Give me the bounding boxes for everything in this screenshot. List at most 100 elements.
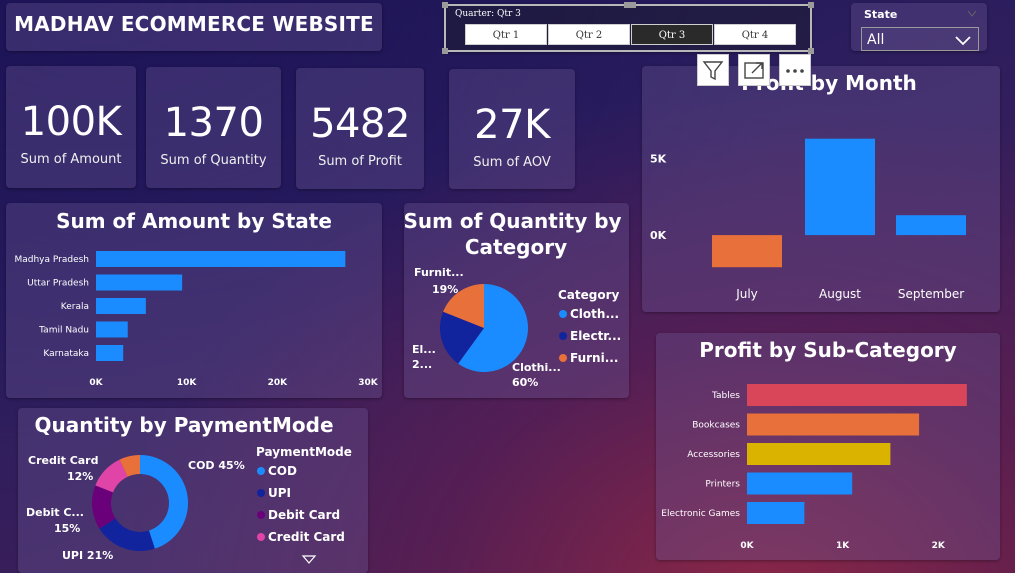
slice-label: 60% bbox=[512, 376, 538, 389]
slice-label: 15% bbox=[54, 522, 80, 535]
bar[interactable] bbox=[96, 298, 146, 314]
category-label: Tamil Nadu bbox=[38, 326, 89, 336]
slice-label: Credit Card bbox=[28, 454, 99, 467]
x-tick-label: 0K bbox=[89, 378, 103, 388]
chart-title-line-2: Category bbox=[465, 235, 567, 259]
quarter-slicer-label: Quarter: Qtr 3 bbox=[455, 9, 521, 19]
x-tick-label: July bbox=[735, 287, 758, 301]
x-tick-label: September bbox=[898, 287, 964, 301]
slice-label: COD 45% bbox=[188, 459, 245, 472]
state-slicer-label: State bbox=[864, 8, 898, 21]
legend-item[interactable]: Credit Card bbox=[268, 530, 345, 544]
quarter-option-qtr4[interactable]: Qtr 4 bbox=[714, 24, 796, 45]
chart-title: Sum of Amount by State bbox=[56, 209, 332, 233]
legend-item[interactable]: UPI bbox=[268, 486, 291, 500]
kpi-value: 1370 bbox=[163, 100, 264, 146]
legend-item[interactable]: Cloth... bbox=[570, 307, 619, 321]
legend-item[interactable]: Electr... bbox=[570, 329, 621, 343]
chevron-down-icon bbox=[954, 28, 972, 54]
quantity-by-paymentmode-visual[interactable]: Quantity by PaymentMode COD 45% UPI 21% De… bbox=[18, 408, 368, 573]
focus-mode-icon[interactable] bbox=[738, 54, 770, 86]
bar[interactable] bbox=[896, 215, 966, 236]
resize-handle[interactable] bbox=[624, 2, 636, 8]
x-tick-label: August bbox=[819, 287, 861, 301]
quarter-option-qtr1[interactable]: Qtr 1 bbox=[465, 24, 547, 45]
legend-item[interactable]: Furni... bbox=[570, 351, 618, 365]
y-tick-label: 0K bbox=[650, 229, 667, 242]
bar[interactable] bbox=[747, 443, 891, 465]
x-tick-label: 2K bbox=[932, 541, 946, 551]
state-slicer[interactable]: State All bbox=[851, 3, 987, 51]
legend-title: Category bbox=[558, 288, 620, 302]
resize-handle[interactable] bbox=[442, 2, 448, 8]
category-label: Accessories bbox=[687, 450, 740, 460]
bar[interactable] bbox=[96, 251, 346, 267]
dashboard-title: MADHAV ECOMMERCE WEBSITE bbox=[14, 12, 374, 36]
slice-label: 19% bbox=[432, 283, 458, 296]
bar[interactable] bbox=[712, 235, 782, 268]
bar[interactable] bbox=[96, 321, 128, 338]
state-dropdown[interactable]: All bbox=[861, 27, 979, 51]
amount-by-state-chart: Sum of Amount by State Madhya Pradesh Utt… bbox=[14, 209, 379, 388]
legend-marker bbox=[257, 489, 265, 497]
bar[interactable] bbox=[747, 384, 967, 406]
y-tick-label: 5K bbox=[650, 153, 667, 166]
kpi-label: Sum of AOV bbox=[473, 155, 551, 170]
legend-item[interactable]: COD bbox=[268, 464, 297, 478]
bar[interactable] bbox=[747, 502, 805, 524]
profit-by-month-visual[interactable]: Profit by Month July August September 5K 0K bbox=[642, 66, 1000, 312]
chart-title-line-1: Sum of Quantity by bbox=[404, 209, 622, 233]
clear-selection-icon[interactable] bbox=[967, 8, 977, 21]
legend-title: PaymentMode bbox=[256, 445, 352, 459]
x-tick-label: 30K bbox=[358, 378, 379, 388]
kpi-label: Sum of Quantity bbox=[160, 153, 267, 168]
profit-by-subcategory-chart: Profit by Sub-Category Tables Bookcases Ac… bbox=[661, 338, 967, 551]
state-dropdown-value: All bbox=[867, 32, 885, 48]
bar[interactable] bbox=[805, 138, 875, 236]
bar[interactable] bbox=[96, 345, 124, 361]
legend-scroll-down-icon[interactable] bbox=[301, 555, 317, 564]
kpi-card-amount[interactable]: 100K Sum of Amount bbox=[6, 66, 136, 188]
legend-marker bbox=[559, 354, 567, 362]
profit-by-subcategory-visual[interactable]: Profit by Sub-Category Tables Bookcases Ac… bbox=[656, 333, 1000, 560]
amount-by-state-visual[interactable]: Sum of Amount by State Madhya Pradesh Utt… bbox=[6, 203, 382, 398]
quarter-option-qtr3[interactable]: Qtr 3 bbox=[631, 24, 713, 45]
bar[interactable] bbox=[747, 413, 920, 436]
kpi-card-quantity[interactable]: 1370 Sum of Quantity bbox=[146, 67, 281, 188]
resize-handle[interactable] bbox=[442, 48, 448, 54]
resize-handle[interactable] bbox=[808, 2, 814, 8]
chart-title: Quantity by PaymentMode bbox=[34, 413, 333, 437]
quarter-slicer[interactable]: Quarter: Qtr 3 Qtr 1 Qtr 2 Qtr 3 Qtr 4 bbox=[442, 2, 814, 54]
kpi-card-aov[interactable]: 27K Sum of AOV bbox=[449, 69, 575, 189]
category-label: Uttar Pradesh bbox=[27, 279, 89, 289]
legend-item[interactable]: Debit Card bbox=[268, 508, 340, 522]
legend-marker bbox=[257, 467, 265, 475]
kpi-card-profit[interactable]: 5482 Sum of Profit bbox=[296, 68, 424, 189]
category-label: Tables bbox=[711, 391, 740, 401]
bar[interactable] bbox=[747, 472, 853, 495]
category-label: Electronic Games bbox=[661, 509, 740, 519]
slice-label: Furnit... bbox=[414, 266, 464, 279]
slice-label: Debit C... bbox=[26, 506, 84, 519]
slice-label: 2... bbox=[412, 358, 432, 371]
chart-title: Profit by Sub-Category bbox=[699, 338, 956, 362]
kpi-value: 5482 bbox=[310, 101, 410, 147]
legend-marker bbox=[257, 511, 265, 519]
bar[interactable] bbox=[96, 274, 183, 291]
kpi-label: Sum of Amount bbox=[20, 152, 122, 167]
filter-icon[interactable] bbox=[697, 54, 729, 86]
x-tick-label: 20K bbox=[268, 378, 289, 388]
slice-label: UPI 21% bbox=[62, 549, 113, 562]
dashboard-title-card: MADHAV ECOMMERCE WEBSITE bbox=[6, 3, 382, 51]
category-label: Bookcases bbox=[692, 421, 740, 431]
quantity-by-category-chart: Sum of Quantity by Category Clothi... 60%… bbox=[403, 209, 629, 389]
more-options-icon[interactable] bbox=[779, 54, 811, 86]
legend-marker bbox=[257, 533, 265, 541]
quantity-by-category-visual[interactable]: Sum of Quantity by Category Clothi... 60%… bbox=[403, 203, 629, 398]
kpi-label: Sum of Profit bbox=[318, 154, 402, 169]
x-tick-label: 0K bbox=[740, 541, 754, 551]
chart-title: Sum of Quantity by Category bbox=[404, 209, 629, 259]
category-label: Madhya Pradesh bbox=[14, 255, 89, 265]
kpi-value: 100K bbox=[20, 99, 122, 145]
quarter-option-qtr2[interactable]: Qtr 2 bbox=[548, 24, 630, 45]
